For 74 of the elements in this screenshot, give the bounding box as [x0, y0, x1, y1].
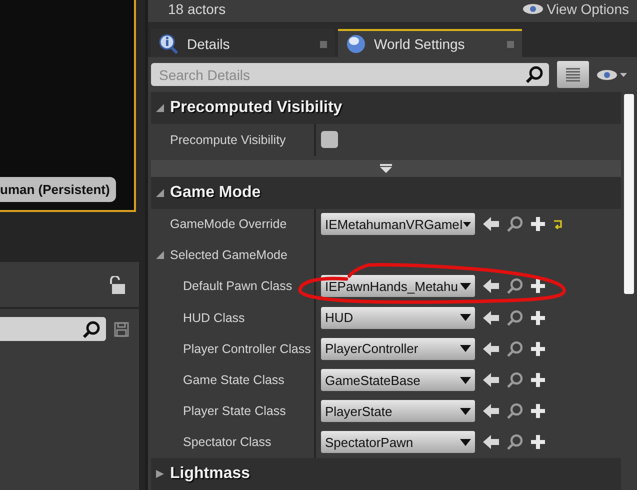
plus-icon[interactable]: [531, 217, 545, 232]
search-field[interactable]: Search Details: [151, 63, 549, 86]
property-label: Default Pawn Class: [183, 279, 292, 294]
plus-icon[interactable]: [531, 310, 545, 325]
search-icon[interactable]: [507, 434, 523, 450]
search-icon[interactable]: [507, 278, 523, 294]
property-label: Spectator Class: [183, 435, 272, 450]
info-magnifier-icon: [159, 34, 179, 54]
save-icon[interactable]: [114, 322, 129, 336]
section-header[interactable]: Game Mode: [151, 176, 621, 208]
plus-icon[interactable]: [531, 373, 545, 388]
class-dropdown[interactable]: SpectatorPawn: [321, 431, 475, 454]
property-label: Precompute Visibility: [170, 132, 286, 147]
reset-arrow-icon[interactable]: [553, 220, 563, 229]
collapse-arrow-icon[interactable]: [156, 251, 164, 260]
arrow-left-icon[interactable]: [483, 279, 499, 294]
class-dropdown[interactable]: PlayerController: [321, 338, 475, 360]
arrow-left-icon[interactable]: [483, 342, 499, 356]
panel-tab[interactable]: World Settings: [338, 29, 522, 58]
collapse-arrow-icon[interactable]: [156, 104, 164, 112]
globe-icon: [346, 34, 366, 54]
property-label: Player State Class: [183, 404, 286, 418]
dropdown-caret-icon: [460, 408, 471, 415]
class-dropdown[interactable]: HUD: [321, 306, 475, 329]
property-label: Player Controller Class: [183, 342, 311, 356]
search-icon: [83, 320, 100, 338]
plus-icon[interactable]: [531, 435, 545, 450]
class-dropdown[interactable]: IEPawnHands_Metahu: [321, 275, 475, 298]
dropdown-caret-icon: [460, 376, 471, 384]
actor-count: 18 actors: [168, 1, 226, 17]
dropdown-caret-icon: [460, 345, 471, 352]
section-header[interactable]: Precomputed Visibility: [151, 92, 621, 124]
plus-icon[interactable]: [531, 404, 545, 418]
class-dropdown[interactable]: IEMetahumanVRGameI: [321, 213, 475, 236]
dropdown-caret-icon: [460, 314, 471, 322]
dropdown-caret-icon: [460, 438, 471, 446]
advanced-toggle-bar[interactable]: [151, 160, 621, 176]
lock-icon[interactable]: [109, 276, 125, 294]
view-options-button[interactable]: View Options: [546, 1, 629, 17]
scrollbar-thumb[interactable]: [624, 94, 634, 294]
panel-tab[interactable]: Details: [151, 29, 335, 58]
search-icon[interactable]: [507, 340, 523, 357]
expand-arrow-icon[interactable]: [156, 470, 164, 478]
class-dropdown[interactable]: GameStateBase: [321, 369, 475, 392]
section-header[interactable]: Lightmass: [151, 458, 621, 490]
search-field[interactable]: [0, 317, 106, 341]
search-icon[interactable]: [507, 216, 523, 232]
arrow-left-icon[interactable]: [483, 310, 499, 325]
property-label: HUD Class: [183, 310, 245, 325]
collapse-arrow-icon[interactable]: [156, 188, 164, 196]
eye-icon: [522, 4, 543, 14]
eye-icon[interactable]: [597, 68, 627, 81]
class-dropdown[interactable]: PlayerState: [321, 400, 475, 422]
arrow-left-icon[interactable]: [483, 404, 499, 418]
property-matrix-button[interactable]: [557, 61, 589, 88]
property-label: GameMode Override: [170, 217, 287, 232]
arrow-left-icon[interactable]: [483, 435, 499, 450]
arrow-left-icon[interactable]: [483, 373, 499, 388]
dropdown-caret-icon: [463, 220, 471, 228]
plus-icon[interactable]: [531, 342, 545, 356]
group-label[interactable]: Selected GameMode: [170, 248, 288, 262]
list-grid-icon: [566, 68, 580, 82]
expand-arrow-icon: [380, 164, 392, 172]
checkbox[interactable]: [321, 131, 338, 148]
arrow-left-icon[interactable]: [483, 217, 499, 232]
plus-icon[interactable]: [531, 279, 545, 294]
search-icon[interactable]: [507, 372, 523, 388]
level-button[interactable]: uman (Persistent): [0, 177, 116, 202]
search-icon[interactable]: [507, 310, 523, 326]
tab-close-icon[interactable]: [320, 40, 327, 48]
search-icon[interactable]: [507, 403, 523, 420]
property-label: Game State Class: [183, 373, 284, 388]
search-icon: [526, 66, 543, 84]
dropdown-caret-icon: [460, 282, 471, 290]
